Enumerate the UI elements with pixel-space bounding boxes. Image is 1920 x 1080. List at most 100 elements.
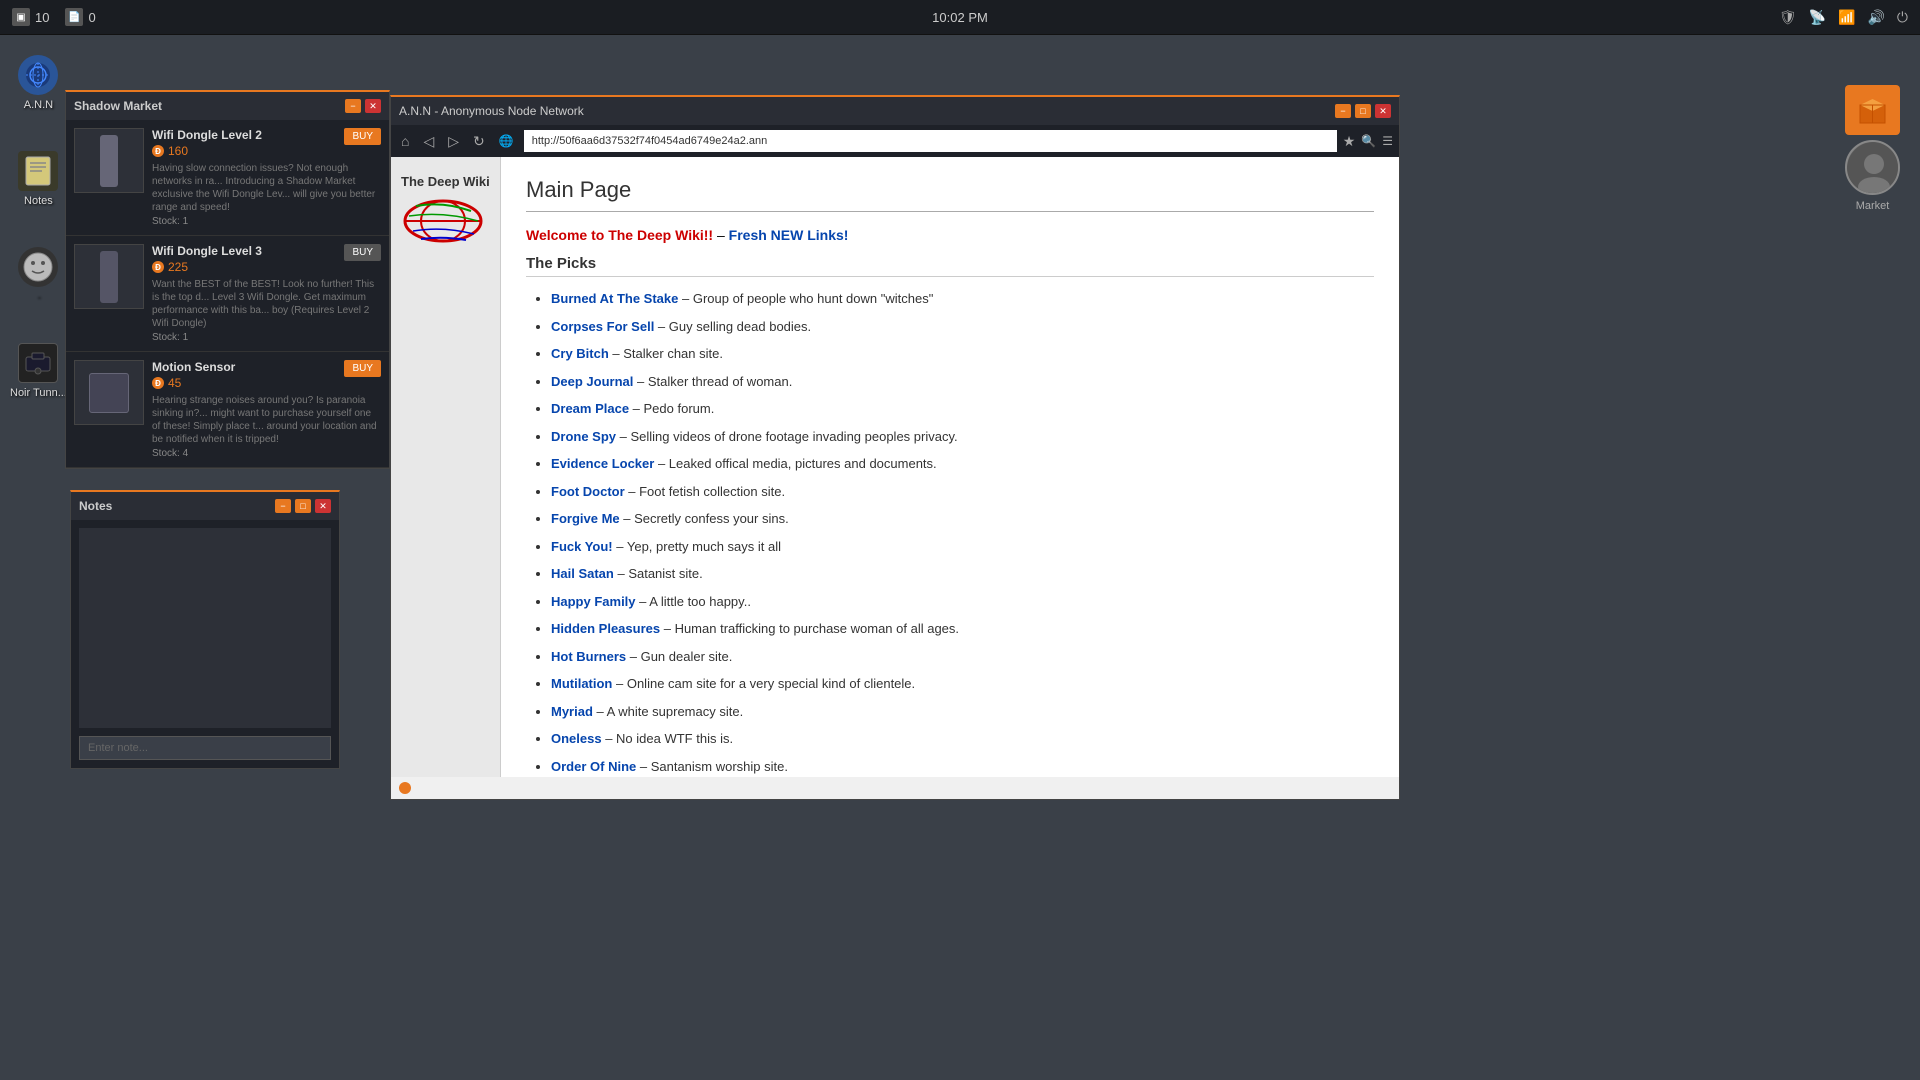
noir-label: Noir Tunn... (10, 387, 67, 399)
wiki-layout: The Deep Wiki (391, 157, 1399, 777)
home-button[interactable]: ⌂ (397, 131, 413, 151)
wiki-link-2[interactable]: Cry Bitch (551, 346, 609, 361)
welcome-red: Welcome to The Deep Wiki!! (526, 227, 713, 243)
wiki-list-item-8: Forgive Me – Secretly confess your sins. (551, 509, 1374, 529)
browser-content: The Deep Wiki (391, 157, 1399, 777)
wifi-icon: 📶 (1838, 9, 1855, 26)
forward-button[interactable]: ▷ (444, 131, 463, 152)
wiki-link-15[interactable]: Myriad (551, 704, 593, 719)
bitcoin-icon-3: Ð (152, 377, 164, 389)
desktop-icon-face[interactable]: - (10, 247, 67, 303)
minimize-button[interactable]: − (345, 99, 361, 113)
signal-icon: 📡 (1809, 9, 1826, 26)
wiki-link-desc-2: – Stalker chan site. (609, 346, 723, 361)
browser-minimize-button[interactable]: − (1335, 104, 1351, 118)
desktop: A.N.N Notes - Noir Tunn... Shadow Market… (0, 35, 1920, 1080)
package-icon[interactable] (1845, 85, 1900, 135)
market-item-3: Motion Sensor Ð 45 Hearing strange noise… (66, 352, 389, 468)
avatar-svg (1847, 142, 1900, 195)
wiki-link-8[interactable]: Forgive Me (551, 511, 620, 526)
wiki-list-item-6: Evidence Locker – Leaked offical media, … (551, 454, 1374, 474)
wiki-section: The Picks (526, 255, 1374, 277)
notes-icon (18, 151, 58, 191)
wiki-link-9[interactable]: Fuck You! (551, 539, 613, 554)
wiki-list-item-2: Cry Bitch – Stalker chan site. (551, 344, 1374, 364)
ann-icon (18, 55, 58, 95)
wiki-link-13[interactable]: Hot Burners (551, 649, 626, 664)
right-panel-icons: Market (1845, 85, 1900, 212)
noir-icon (18, 343, 58, 383)
notes-minimize-button[interactable]: − (275, 499, 291, 513)
zoom-icon[interactable]: 🔍 (1361, 134, 1376, 148)
taskbar-icon-1: ▣ (12, 8, 30, 26)
face-label: - (37, 291, 41, 303)
shadow-market-titlebar: Shadow Market − ✕ (66, 92, 389, 120)
globe-icon: 🌐 (499, 134, 514, 148)
browser-toolbar: ⌂ ◁ ▷ ↻ 🌐 ★ 🔍 ☰ (391, 125, 1399, 157)
wiki-sidebar: The Deep Wiki (391, 157, 501, 777)
market-item-1: Wifi Dongle Level 2 Ð 160 Having slow co… (66, 120, 389, 236)
notes-controls: − □ ✕ (275, 499, 331, 513)
item-3-desc: Hearing strange noises around you? Is pa… (152, 394, 381, 446)
notes-maximize-button[interactable]: □ (295, 499, 311, 513)
refresh-button[interactable]: ↻ (469, 131, 489, 152)
shadow-market-controls: − ✕ (345, 99, 381, 113)
shield-icon: 🛡 (1779, 9, 1797, 26)
back-button[interactable]: ◁ (419, 131, 438, 152)
wiki-list-item-13: Hot Burners – Gun dealer site. (551, 647, 1374, 667)
desktop-icon-noir[interactable]: Noir Tunn... (10, 343, 67, 399)
wiki-link-4[interactable]: Dream Place (551, 401, 629, 416)
notes-input[interactable] (79, 736, 331, 760)
url-bar[interactable] (524, 130, 1337, 152)
wiki-link-3[interactable]: Deep Journal (551, 374, 633, 389)
wiki-link-desc-14: – Online cam site for a very special kin… (612, 676, 915, 691)
notes-close-button[interactable]: ✕ (315, 499, 331, 513)
notes-window: Notes − □ ✕ (70, 490, 340, 769)
desktop-icon-ann[interactable]: A.N.N (10, 55, 67, 111)
shadow-market-title: Shadow Market (74, 99, 162, 113)
wiki-link-1[interactable]: Corpses For Sell (551, 319, 654, 334)
browser-close-button[interactable]: ✕ (1375, 104, 1391, 118)
item-1-price: Ð 160 (152, 144, 381, 158)
close-button[interactable]: ✕ (365, 99, 381, 113)
wiki-link-desc-4: – Pedo forum. (629, 401, 714, 416)
wiki-link-10[interactable]: Hail Satan (551, 566, 614, 581)
item-2-info: Wifi Dongle Level 3 Ð 225 Want the BEST … (152, 244, 381, 343)
wiki-list-item-7: Foot Doctor – Foot fetish collection sit… (551, 482, 1374, 502)
item-3-buy-button[interactable]: BUY (344, 360, 381, 377)
avatar-icon[interactable] (1845, 140, 1900, 195)
wiki-list-item-3: Deep Journal – Stalker thread of woman. (551, 372, 1374, 392)
wiki-link-5[interactable]: Drone Spy (551, 429, 616, 444)
wiki-link-desc-10: – Satanist site. (614, 566, 703, 581)
wiki-link-desc-12: – Human trafficking to purchase woman of… (660, 621, 959, 636)
item-2-desc: Want the BEST of the BEST! Look no furth… (152, 278, 381, 330)
wiki-link-desc-16: – No idea WTF this is. (602, 731, 733, 746)
menu-icon[interactable]: ☰ (1382, 134, 1393, 148)
wiki-link-17[interactable]: Order Of Nine (551, 759, 636, 774)
taskbar-item-2[interactable]: 📄 0 (65, 8, 95, 26)
taskbar-clock: 10:02 PM (932, 10, 988, 25)
desktop-icon-notes[interactable]: Notes (10, 151, 67, 207)
wiki-link-14[interactable]: Mutilation (551, 676, 612, 691)
browser-maximize-button[interactable]: □ (1355, 104, 1371, 118)
item-2-price: Ð 225 (152, 260, 381, 274)
wiki-link-7[interactable]: Foot Doctor (551, 484, 625, 499)
taskbar-icon-2: 📄 (65, 8, 83, 26)
item-2-buy-button[interactable]: BUY (344, 244, 381, 261)
browser-title: A.N.N - Anonymous Node Network (399, 104, 584, 118)
wiki-link-11[interactable]: Happy Family (551, 594, 636, 609)
bookmark-icon[interactable]: ★ (1343, 133, 1356, 150)
wiki-link-16[interactable]: Oneless (551, 731, 602, 746)
power-icon: ⏻ (1897, 9, 1908, 26)
item-1-buy-button[interactable]: BUY (344, 128, 381, 145)
item-3-stock: Stock: 4 (152, 448, 381, 459)
wiki-link-0[interactable]: Burned At The Stake (551, 291, 678, 306)
browser-titlebar: A.N.N - Anonymous Node Network − □ ✕ (391, 97, 1399, 125)
wiki-link-12[interactable]: Hidden Pleasures (551, 621, 660, 636)
item-3-price: Ð 45 (152, 376, 381, 390)
wiki-link-6[interactable]: Evidence Locker (551, 456, 654, 471)
wiki-link-desc-6: – Leaked offical media, pictures and doc… (654, 456, 936, 471)
wiki-link-desc-13: – Gun dealer site. (626, 649, 732, 664)
wiki-link-desc-1: – Guy selling dead bodies. (654, 319, 811, 334)
taskbar-item-1[interactable]: ▣ 10 (12, 8, 49, 26)
